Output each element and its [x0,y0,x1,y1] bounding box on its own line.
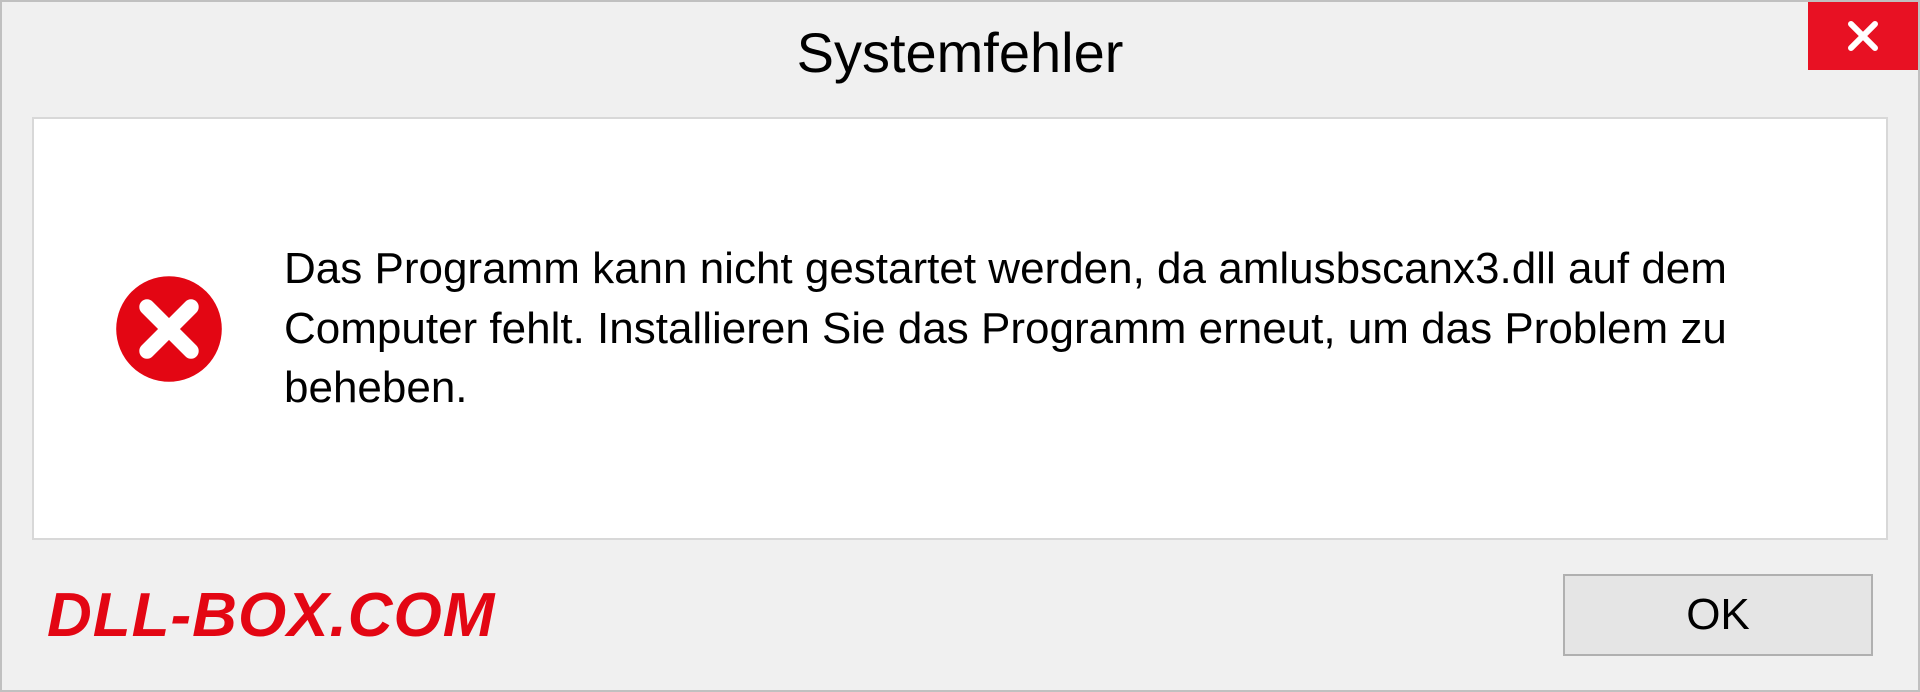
dialog-footer: DLL-BOX.COM OK [2,560,1918,690]
error-message: Das Programm kann nicht gestartet werden… [284,239,1826,417]
error-dialog: Systemfehler Das Programm kann nicht ges… [0,0,1920,692]
close-button[interactable] [1808,2,1918,70]
dialog-title: Systemfehler [797,20,1124,85]
watermark-text: DLL-BOX.COM [47,580,495,651]
error-icon [114,274,224,384]
content-panel: Das Programm kann nicht gestartet werden… [32,117,1888,540]
ok-button[interactable]: OK [1563,574,1873,656]
close-icon [1845,18,1881,54]
titlebar: Systemfehler [2,2,1918,102]
